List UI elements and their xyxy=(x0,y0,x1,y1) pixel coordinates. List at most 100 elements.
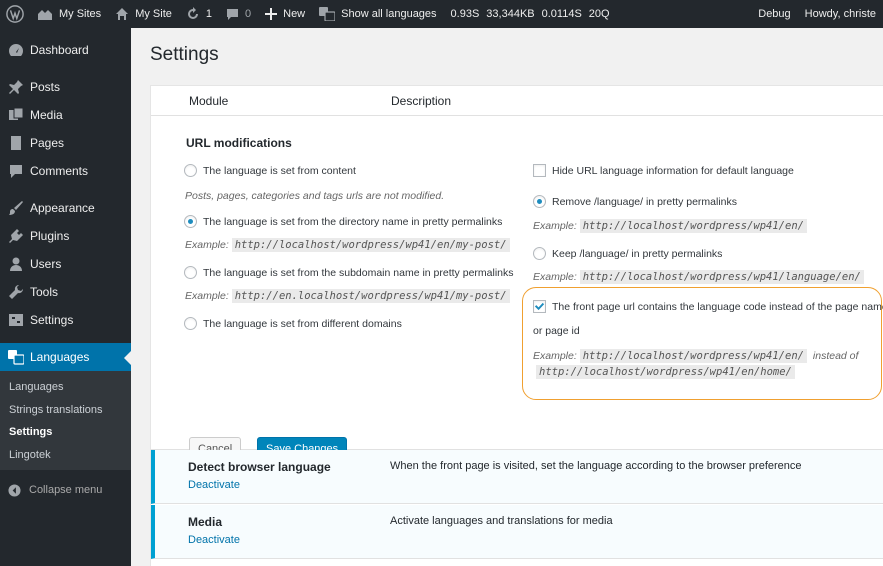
checkmark-icon xyxy=(534,302,545,311)
debug-menu[interactable]: Debug xyxy=(751,0,797,28)
sidebar-item-dashboard[interactable]: Dashboard xyxy=(0,36,131,64)
sidebar-item-label: Languages xyxy=(30,350,90,364)
example-label: Example: xyxy=(185,290,229,302)
new-label: New xyxy=(283,8,306,20)
option-hide-default-language[interactable]: Hide URL language information for defaul… xyxy=(533,164,794,177)
module-name: Detect browser language xyxy=(188,460,331,474)
keep-example: Example: http://localhost/wordpress/wp41… xyxy=(533,270,864,284)
radio-keep-language-slug[interactable] xyxy=(533,247,546,260)
my-sites-label: My Sites xyxy=(59,8,102,20)
perf-memory: 33,344KB xyxy=(486,8,535,20)
query-monitor-menu[interactable]: 0.93S 33,344KB 0.0114S 20Q xyxy=(444,0,617,28)
comments-menu[interactable]: 0 xyxy=(219,0,258,28)
pin-icon xyxy=(8,79,24,95)
radio-language-from-subdomain[interactable] xyxy=(184,266,197,279)
sidebar-item-label: Settings xyxy=(30,313,74,327)
module-row-media: Media Deactivate Activate languages and … xyxy=(151,505,883,559)
example-url: http://localhost/wordpress/wp41/en/home/ xyxy=(536,365,795,379)
option-label: Keep /language/ in pretty permalinks xyxy=(552,247,723,260)
url-modifications-heading: URL modifications xyxy=(186,136,292,150)
radio-language-from-domains[interactable] xyxy=(184,317,197,330)
submenu-item-settings[interactable]: Settings xyxy=(0,421,131,444)
option-label: Hide URL language information for defaul… xyxy=(552,164,794,177)
refresh-icon xyxy=(186,7,200,21)
module-name: Media xyxy=(188,515,223,529)
home-icon xyxy=(115,7,129,21)
deactivate-link[interactable]: Deactivate xyxy=(188,479,240,491)
sidebar-item-media[interactable]: Media xyxy=(0,101,131,129)
module-description: When the front page is visited, set the … xyxy=(390,460,802,472)
option-front-page-language-code[interactable]: The front page url contains the language… xyxy=(533,300,883,313)
sidebar-item-tools[interactable]: Tools xyxy=(0,278,131,306)
modules-table: Module Description URL modifications The… xyxy=(150,85,883,566)
new-content-menu[interactable]: New xyxy=(258,0,312,28)
deactivate-link[interactable]: Deactivate xyxy=(188,534,240,546)
option-keep-language-slug[interactable]: Keep /language/ in pretty permalinks xyxy=(533,247,722,260)
option-language-from-domains[interactable]: The language is set from different domai… xyxy=(184,317,402,330)
example-url: http://localhost/wordpress/wp41/en/ xyxy=(579,219,807,233)
sidebar-item-settings[interactable]: Settings xyxy=(0,306,131,334)
languages-submenu: Languages Strings translations Settings … xyxy=(0,371,131,470)
example-url: http://localhost/wordpress/wp41/en/ xyxy=(579,349,807,363)
media-icon xyxy=(8,107,24,123)
option-language-from-directory[interactable]: The language is set from the directory n… xyxy=(184,215,502,228)
checkbox-hide-default-language[interactable] xyxy=(533,164,546,177)
sidebar-item-languages[interactable]: Languages xyxy=(0,343,131,371)
radio-remove-language-slug[interactable] xyxy=(533,195,546,208)
sidebar-item-label: Users xyxy=(30,257,62,271)
directory-example: Example: http://localhost/wordpress/wp41… xyxy=(185,238,510,252)
subdomain-example: Example: http://en.localhost/wordpress/w… xyxy=(185,289,510,303)
account-menu[interactable]: Howdy, christe xyxy=(798,0,883,28)
checkbox-front-page-language-code[interactable] xyxy=(533,300,546,313)
translation-icon xyxy=(319,7,336,21)
sidebar-item-label: Plugins xyxy=(30,229,70,243)
settings-icon xyxy=(8,312,24,328)
instead-of-label: instead of xyxy=(812,350,859,362)
sidebar-item-users[interactable]: Users xyxy=(0,250,131,278)
example-url: http://localhost/wordpress/wp41/en/my-po… xyxy=(231,238,510,252)
sidebar-item-plugins[interactable]: Plugins xyxy=(0,222,131,250)
sidebar-item-appearance[interactable]: Appearance xyxy=(0,194,131,222)
submenu-item-languages[interactable]: Languages xyxy=(0,376,131,399)
radio-language-from-content[interactable] xyxy=(184,164,197,177)
wrench-icon xyxy=(8,284,24,300)
example-label: Example: xyxy=(533,271,577,283)
option-label: The language is set from the directory n… xyxy=(203,215,503,228)
front-page-option-continued: or page id xyxy=(533,325,580,337)
sites-icon xyxy=(37,7,53,21)
option-language-from-content[interactable]: The language is set from content xyxy=(184,164,356,177)
sidebar-item-label: Comments xyxy=(30,164,89,178)
submenu-item-lingotek[interactable]: Lingotek xyxy=(0,444,131,467)
my-site-menu[interactable]: My Site xyxy=(108,0,179,28)
admin-bar: My Sites My Site 1 0 New Show all langua… xyxy=(0,0,883,28)
perf-time: 0.93S xyxy=(450,8,480,20)
admin-sidebar: Dashboard Posts Media Pages Comments App… xyxy=(0,28,131,566)
radio-language-from-directory[interactable] xyxy=(184,215,197,228)
url-modifications-panel: URL modifications The language is set fr… xyxy=(151,116,883,461)
option-label: The front page url contains the language… xyxy=(552,300,883,313)
table-header: Module Description xyxy=(151,86,883,116)
updates-menu[interactable]: 1 xyxy=(179,0,219,28)
option-remove-language-slug[interactable]: Remove /language/ in pretty permalinks xyxy=(533,195,737,208)
option-language-from-subdomain[interactable]: The language is set from the subdomain n… xyxy=(184,266,514,279)
sidebar-item-label: Appearance xyxy=(30,201,95,215)
show-all-languages-label: Show all languages xyxy=(341,8,437,20)
my-sites-menu[interactable]: My Sites xyxy=(30,0,108,28)
comment-icon xyxy=(226,8,239,21)
show-all-languages-menu[interactable]: Show all languages xyxy=(312,0,443,28)
collapse-menu-button[interactable]: Collapse menu xyxy=(0,476,131,504)
plug-icon xyxy=(8,228,24,244)
example-url: http://localhost/wordpress/wp41/language… xyxy=(579,270,864,284)
example-label: Example: xyxy=(533,350,577,362)
example-label: Example: xyxy=(533,220,577,232)
wordpress-logo-icon[interactable] xyxy=(0,0,30,28)
sidebar-item-pages[interactable]: Pages xyxy=(0,129,131,157)
sidebar-item-posts[interactable]: Posts xyxy=(0,73,131,101)
updates-count: 1 xyxy=(205,8,212,20)
submenu-item-strings-translations[interactable]: Strings translations xyxy=(0,399,131,422)
sidebar-item-comments[interactable]: Comments xyxy=(0,157,131,185)
collapse-icon xyxy=(8,483,21,497)
page-icon xyxy=(8,135,24,151)
translation-icon xyxy=(8,349,24,365)
column-header-module: Module xyxy=(189,94,229,108)
